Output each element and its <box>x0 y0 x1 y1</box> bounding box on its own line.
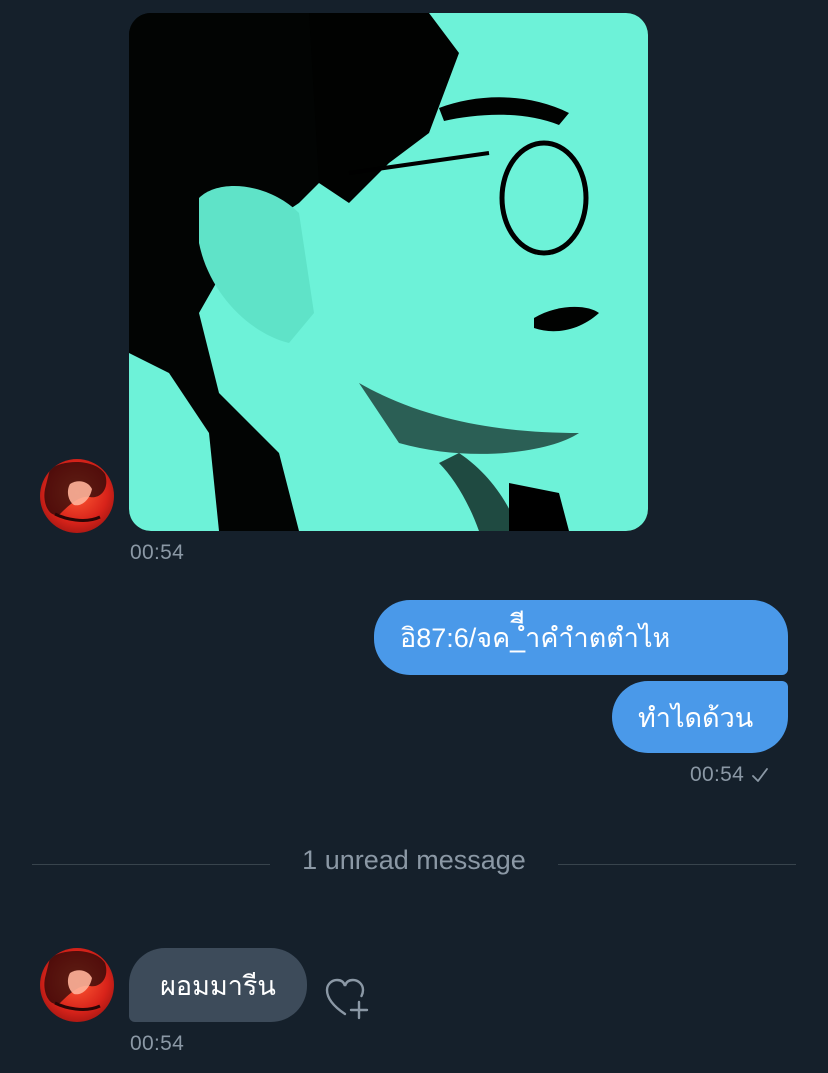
sender-avatar[interactable] <box>40 948 114 1022</box>
sender-avatar[interactable] <box>40 459 114 533</box>
outgoing-message-bubble[interactable]: ทำไดด้วน <box>612 681 788 753</box>
portrait-photo <box>129 13 648 531</box>
outgoing-message-bubble[interactable]: อิ87:6/จค_ีีำคำำตตำไห <box>374 600 788 675</box>
divider-line-left <box>32 864 270 865</box>
checkmark-icon <box>752 768 768 782</box>
divider-line-right <box>558 864 796 865</box>
unread-divider-label: 1 unread message <box>302 845 526 875</box>
outgoing-status: 00:54 <box>690 763 770 787</box>
outgoing-message-text: ทำไดด้วน <box>638 702 754 733</box>
image-timestamp: 00:54 <box>130 541 185 564</box>
incoming-message-text: ผอมมารีน <box>160 970 276 1001</box>
avatar-image <box>44 951 107 1011</box>
incoming-timestamp: 00:54 <box>130 1032 185 1055</box>
avatar-image <box>44 462 107 522</box>
outgoing-message-text: อิ87:6/จค_ีีำคำำตตำไห <box>400 623 671 653</box>
message-image[interactable] <box>129 13 648 531</box>
outgoing-timestamp: 00:54 <box>690 763 745 786</box>
heart-plus-icon[interactable] <box>323 976 373 1022</box>
incoming-message-bubble[interactable]: ผอมมารีน <box>129 948 307 1022</box>
